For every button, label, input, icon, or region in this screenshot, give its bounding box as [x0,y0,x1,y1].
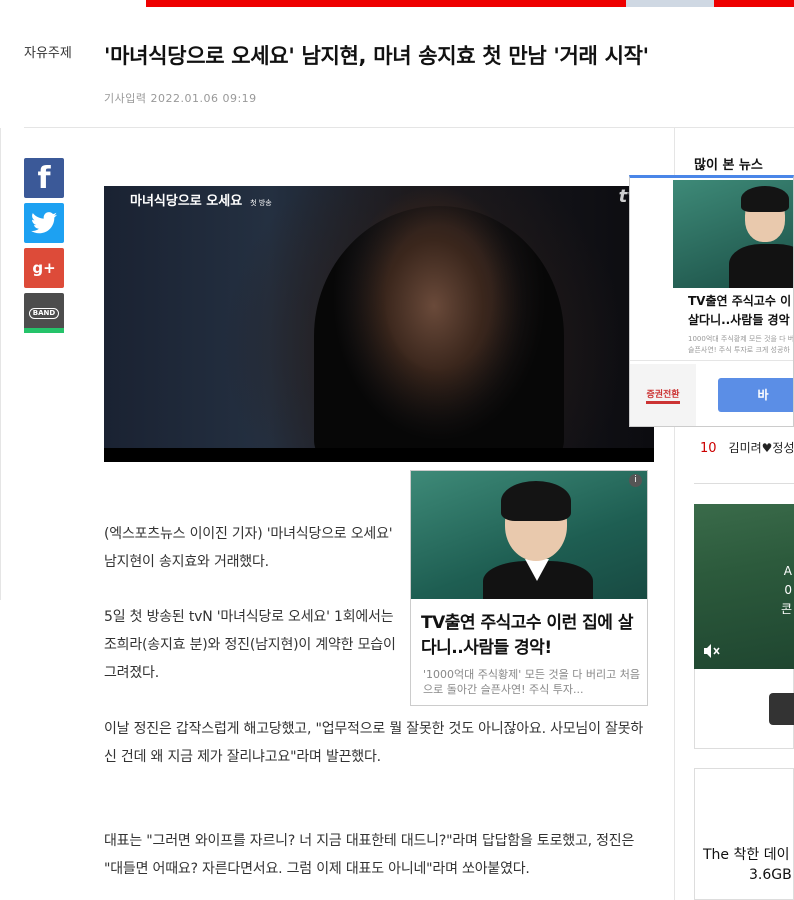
overlay-ad-person-hair [741,186,789,212]
sidebar-video-ad-button[interactable] [769,693,794,725]
overlay-ad-brand-text: 증권전환 [646,387,680,404]
twitter-share-button[interactable] [24,203,64,243]
overlay-ad-divider [630,360,793,361]
sidebar-video-ad-line: 콘 [780,602,792,616]
overlay-ad-image [673,180,793,288]
article-video[interactable]: 마녀식당으로 오세요첫 방송 tvN [104,186,654,462]
band-icon: BAND [28,307,60,319]
video-figure [314,206,564,462]
inline-ad-description: '1000억대 주식황제' 모든 것을 다 버리고 처음으로 돌아간 슬픈사연!… [423,668,640,696]
facebook-share-button[interactable]: f [24,158,64,198]
overlay-ad-person-body [729,244,793,288]
meta-date: 2022.01.06 09:19 [150,92,257,105]
overlay-ad-brand-logo: 증권전환 [630,364,696,426]
ad-info-icon[interactable]: i [629,474,642,487]
sidebar-ad-line: The 착한 데이 [703,847,790,863]
overlay-ad-desc-line: 1000억대 주식황제 모든 것을 다 버 [688,335,794,343]
overlay-ad[interactable]: TV출연 주식고수 이 살다니..사람들 경악 1000억대 주식황제 모든 것… [629,175,794,427]
inline-ad-title[interactable]: TV출연 주식고수 이런 집에 살다니..사람들 경악! [421,611,643,661]
mute-icon[interactable] [704,644,720,658]
most-viewed-title: 많이 본 뉴스 [694,158,763,173]
sidebar-video-ad-line: A [783,564,792,578]
googleplus-share-button[interactable]: g+ [24,248,64,288]
overlay-ad-description: 1000억대 주식황제 모든 것을 다 버 슬픈사연! 주식 투자로 크게 성공… [688,334,794,356]
left-border [0,128,1,600]
sidebar-video-ad-line: 0 [784,583,792,597]
overlay-ad-title-line: TV출연 주식고수 이 [688,294,792,308]
sidebar-video-ad-footer [694,669,794,749]
band-accent-bar [24,328,64,333]
article-paragraph: (엑스포츠뉴스 이이진 기자) '마녀식당으로 오세요' 남지현이 송지효와 거… [104,526,393,570]
rank-title: 김미려♥정성 [728,441,794,455]
article-paragraph: 5일 첫 방송된 tvN '마녀식당로 오세요' 1회에서는 조희라(송지효 분… [104,609,396,681]
googleplus-icon: g+ [32,259,56,277]
sidebar-ad-line: 3.6GB [749,867,792,883]
most-viewed-item[interactable]: 10 김미려♥정성 [700,439,794,456]
sidebar-video-ad-text: A 0 콘 [781,562,792,619]
overlay-ad-title-line: 살다니..사람들 경악 [688,313,790,327]
article-meta: 기사입력 2022.01.06 09:19 [104,90,257,106]
meta-label: 기사입력 [104,92,147,105]
inline-ad[interactable]: i TV출연 주식고수 이런 집에 살다니..사람들 경악! '1000억대 주… [410,470,648,706]
video-logo-sub: 첫 방송 [250,199,272,207]
video-show-logo: 마녀식당으로 오세요 첫 방송 [130,190,272,209]
overlay-ad-title[interactable]: TV출연 주식고수 이 살다니..사람들 경악 [688,292,793,330]
article-paragraph: 이날 정진은 갑작스럽게 해고당했고, "업무적으로 뭘 잘못한 것도 아니잖아… [104,721,644,765]
facebook-icon: f [37,160,51,196]
sidebar-ad-text: The 착한 데이 3.6GB [703,845,792,885]
overlay-ad-button[interactable]: 바 [718,378,793,412]
article-paragraph: 대표는 "그러면 와이프를 자르니? 너 지금 대표한테 대드니?"라며 답답함… [104,833,635,877]
rank-number: 10 [700,441,717,456]
top-banner-thumbnail[interactable] [626,0,714,7]
inline-ad-image: i [411,471,647,599]
sidebar-separator [694,483,794,484]
ad-person-hair [501,481,571,521]
sidebar-ad[interactable]: The 착한 데이 3.6GB [694,768,794,900]
band-share-button[interactable]: BAND [24,293,64,333]
overlay-ad-desc-line: 슬픈사연! 주식 투자로 크게 성공하 [688,346,790,354]
category-label[interactable]: 자유주제 [24,42,72,61]
video-letterbox [104,448,654,462]
header-divider [24,127,794,128]
sidebar-video-ad[interactable]: A 0 콘 [694,504,794,669]
twitter-icon [31,212,57,234]
video-logo-text: 마녀식당으로 오세요 [130,194,243,209]
ad-person-photo [483,477,593,599]
article-headline: '마녀식당으로 오세요' 남지현, 마녀 송지효 첫 만남 '거래 시작' [104,44,649,68]
